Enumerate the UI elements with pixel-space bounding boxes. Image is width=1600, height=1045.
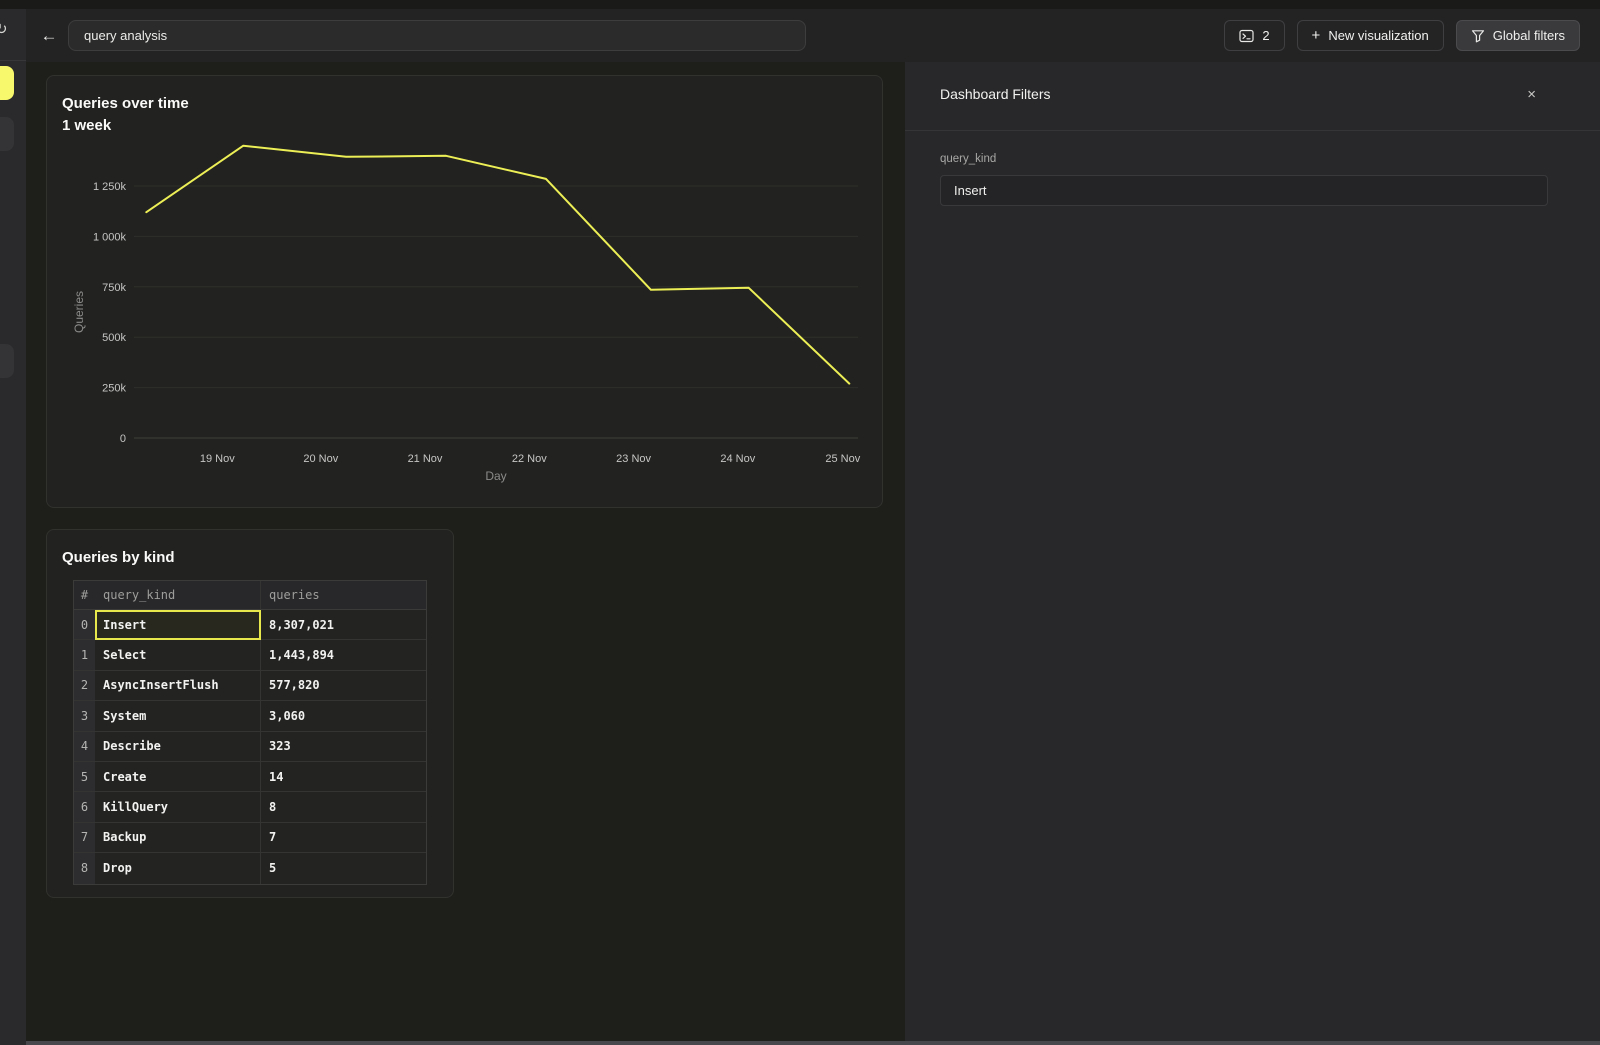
- row-7-query-kind-cell[interactable]: Backup: [95, 823, 261, 853]
- queries-over-time-chart[interactable]: 0 250k 500k 750k 1 000k 1 250k 19 Nov 20 Nov 21 …: [47, 76, 884, 509]
- app-window: ↻ ← 2 + New visualization G: [0, 0, 1600, 1045]
- dashboard-title-input[interactable]: [68, 20, 806, 51]
- row-3-query-kind-cell[interactable]: System: [95, 701, 261, 731]
- svg-text:25 Nov: 25 Nov: [825, 453, 860, 465]
- svg-text:24 Nov: 24 Nov: [720, 453, 755, 465]
- query-console-count: 2: [1262, 28, 1269, 43]
- funnel-icon: [1471, 29, 1485, 43]
- row-0-queries-cell[interactable]: 8,307,021: [261, 610, 426, 640]
- new-visualization-label: New visualization: [1328, 28, 1428, 43]
- history-icon[interactable]: ↻: [0, 21, 8, 39]
- svg-text:250k: 250k: [102, 383, 126, 395]
- svg-text:23 Nov: 23 Nov: [616, 453, 651, 465]
- row-8-queries-cell[interactable]: 5: [261, 853, 426, 883]
- table-header-queries: queries: [261, 581, 426, 610]
- row-0-query-kind-cell-selected[interactable]: Insert: [95, 610, 261, 640]
- svg-text:750k: 750k: [102, 282, 126, 294]
- row-2-query-kind-cell[interactable]: AsyncInsertFlush: [95, 671, 261, 701]
- panel-title: Dashboard Filters: [940, 86, 1051, 102]
- plus-icon: +: [1312, 28, 1321, 43]
- chart-card-queries-over-time: Queries over time 1 week 0250k500k750k1 …: [46, 75, 883, 508]
- query-kind-filter-value: Insert: [954, 183, 987, 198]
- table-header-query_kind: query_kind: [95, 581, 261, 610]
- row-5-query-kind-cell[interactable]: Create: [95, 762, 261, 792]
- svg-text:22 Nov: 22 Nov: [512, 453, 547, 465]
- topbar-actions: 2 + New visualization Global filters: [1224, 20, 1580, 51]
- row-6-queries-cell[interactable]: 8: [261, 792, 426, 822]
- terminal-icon: [1239, 29, 1254, 43]
- row-1-query-kind-cell[interactable]: Select: [95, 640, 261, 670]
- row-2-index: 2: [74, 671, 95, 701]
- visualization-thumbnail-2[interactable]: [0, 117, 14, 151]
- row-3-queries-cell[interactable]: 3,060: [261, 701, 426, 731]
- queries-by-kind-table: #query_kindqueries 0Insert8,307,021 1Selec…: [73, 580, 427, 885]
- row-1-queries-cell[interactable]: 1,443,894: [261, 640, 426, 670]
- query-console-button[interactable]: 2: [1224, 20, 1284, 51]
- table-card-queries-by-kind: Queries by kind #query_kindqueries 0Inser…: [46, 529, 454, 898]
- svg-text:0: 0: [120, 433, 126, 445]
- filter-field-label: query_kind: [940, 153, 1548, 165]
- window-top-strip: [0, 0, 1600, 9]
- row-0-index: 0: [74, 610, 95, 640]
- row-4-queries-cell[interactable]: 323: [261, 732, 426, 762]
- panel-header: Dashboard Filters ×: [905, 62, 1600, 102]
- row-1-index: 1: [74, 640, 95, 670]
- table-header-row-index: #: [74, 581, 95, 610]
- visualization-thumbnail-1-selected[interactable]: [0, 66, 14, 100]
- topbar: ← 2 + New visualization Global filters: [26, 9, 1600, 62]
- svg-text:Day: Day: [485, 469, 506, 483]
- row-3-index: 3: [74, 701, 95, 731]
- row-4-query-kind-cell[interactable]: Describe: [95, 732, 261, 762]
- back-button[interactable]: ←: [39, 26, 59, 46]
- row-7-queries-cell[interactable]: 7: [261, 823, 426, 853]
- svg-text:1 000k: 1 000k: [93, 231, 127, 243]
- visualization-rail: ↻: [0, 9, 26, 1045]
- dashboard-filters-panel: Dashboard Filters × query_kind Insert: [905, 62, 1600, 1041]
- row-7-index: 7: [74, 823, 95, 853]
- row-8-index: 8: [74, 853, 95, 883]
- table-title: Queries by kind: [62, 548, 453, 567]
- svg-text:19 Nov: 19 Nov: [200, 453, 235, 465]
- svg-text:20 Nov: 20 Nov: [303, 453, 338, 465]
- dashboard-canvas: Queries over time 1 week 0250k500k750k1 …: [26, 62, 905, 1041]
- row-5-index: 5: [74, 762, 95, 792]
- row-6-index: 6: [74, 792, 95, 822]
- global-filters-button[interactable]: Global filters: [1456, 20, 1580, 51]
- close-panel-button[interactable]: ×: [1527, 87, 1536, 102]
- global-filters-label: Global filters: [1493, 28, 1565, 43]
- visualization-thumbnail-3[interactable]: [0, 344, 14, 378]
- new-visualization-button[interactable]: + New visualization: [1297, 20, 1444, 51]
- svg-text:Queries: Queries: [72, 291, 86, 333]
- rail-divider: [0, 60, 26, 61]
- svg-text:500k: 500k: [102, 332, 126, 344]
- window-bottom-edge: [26, 1041, 1600, 1045]
- svg-text:1 250k: 1 250k: [93, 181, 127, 193]
- row-2-queries-cell[interactable]: 577,820: [261, 671, 426, 701]
- row-8-query-kind-cell[interactable]: Drop: [95, 853, 261, 883]
- row-6-query-kind-cell[interactable]: KillQuery: [95, 792, 261, 822]
- row-4-index: 4: [74, 732, 95, 762]
- svg-text:21 Nov: 21 Nov: [408, 453, 443, 465]
- panel-body: query_kind Insert: [905, 131, 1600, 206]
- row-5-queries-cell[interactable]: 14: [261, 762, 426, 792]
- query-kind-filter-input[interactable]: Insert: [940, 175, 1548, 206]
